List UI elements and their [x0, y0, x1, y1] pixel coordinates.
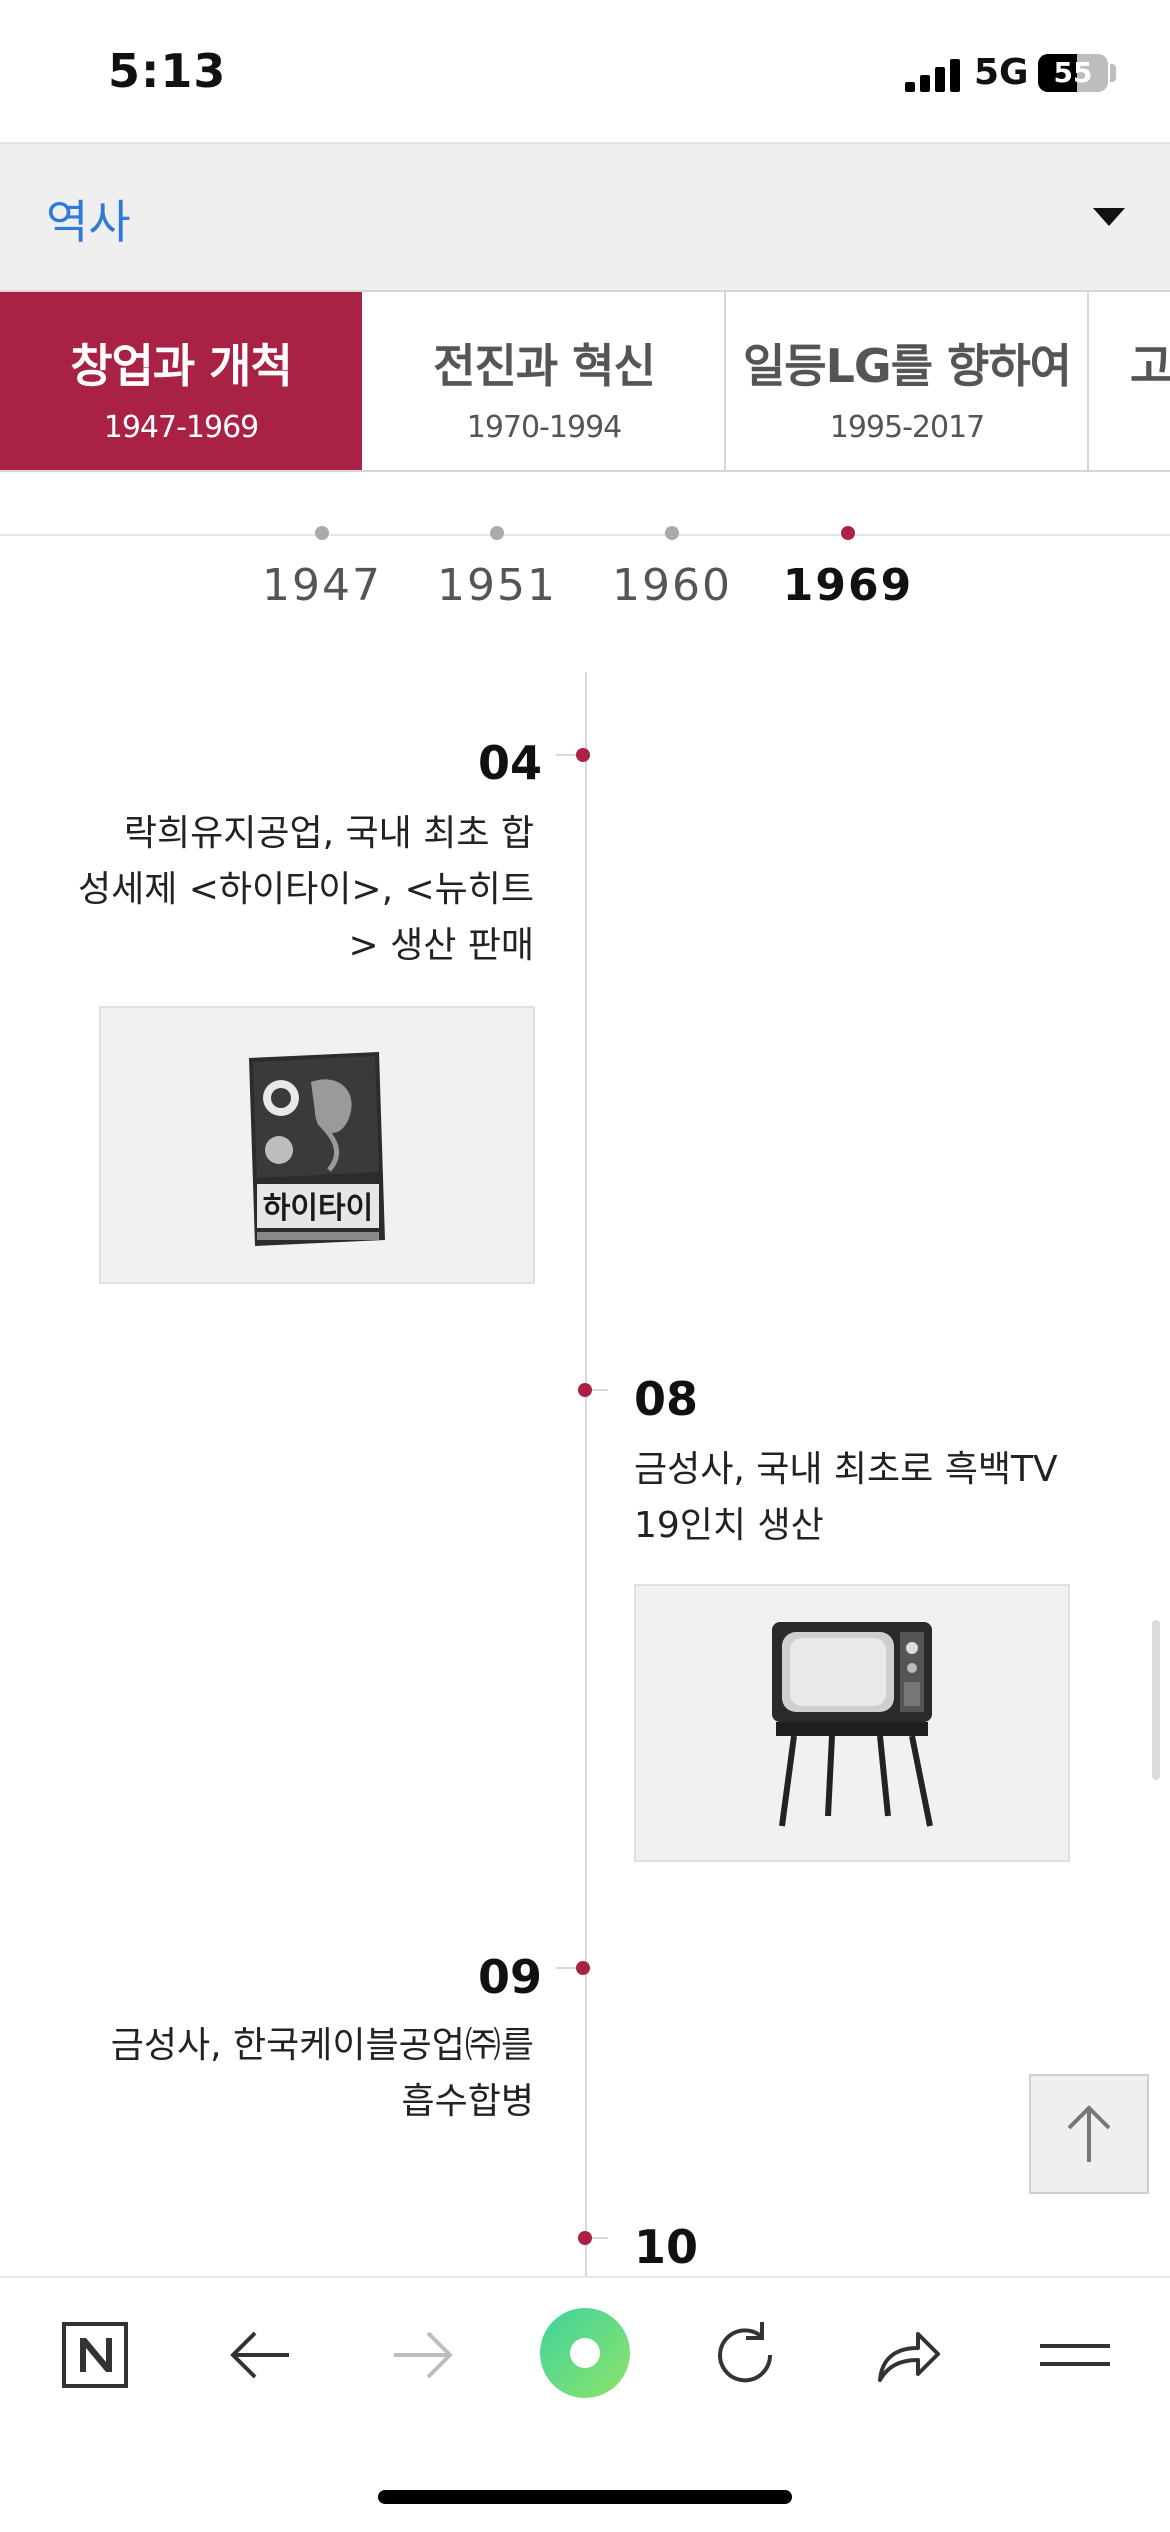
event-month: 10 — [634, 2220, 699, 2274]
tab-era-2[interactable]: 전진과 혁신 1970-1994 — [364, 292, 726, 470]
year-dot — [665, 526, 679, 540]
network-label: 5G — [974, 52, 1029, 93]
green-home-button[interactable] — [538, 2306, 632, 2400]
year-1951[interactable]: 1951 — [427, 526, 567, 611]
year-label: 1960 — [612, 560, 732, 611]
year-dot — [841, 526, 855, 540]
timeline-dot — [578, 1383, 592, 1397]
scroll-indicator[interactable] — [1152, 1620, 1160, 1780]
section-dropdown[interactable]: 역사 — [0, 142, 1170, 292]
refresh-button[interactable] — [700, 2310, 790, 2400]
black-white-tv-image — [772, 1622, 933, 1827]
green-circle-home-icon — [540, 2308, 630, 2398]
year-label: 1951 — [437, 560, 557, 611]
year-1947[interactable]: 1947 — [252, 526, 392, 611]
back-arrow-icon — [230, 2331, 289, 2379]
year-dot — [490, 526, 504, 540]
detergent-brand-text: 하이타이 — [263, 1191, 373, 1226]
year-track — [0, 534, 1170, 536]
naver-home-button[interactable] — [50, 2310, 140, 2400]
tab-years: 1970-1994 — [466, 410, 623, 445]
tab-era-3[interactable]: 일등LG를 향하여 1995-2017 — [727, 292, 1089, 470]
menu-icon — [1040, 2344, 1110, 2366]
event-line: 성세제 <하이타이>, <뉴히트 — [77, 869, 534, 910]
event-line: > 생산 판매 — [348, 925, 534, 966]
event-description: 락희유지공업, 국내 최초 합 성세제 <하이타이>, <뉴히트 > 생산 판매 — [74, 806, 534, 974]
section-title: 역사 — [46, 195, 131, 249]
tab-label: 고 — [1130, 339, 1170, 393]
tab-label: 전진과 혁신 — [433, 339, 656, 393]
event-month: 04 — [478, 736, 543, 790]
event-month: 09 — [478, 1950, 543, 2004]
share-button[interactable] — [862, 2310, 952, 2400]
battery-level: 55 — [1053, 56, 1093, 89]
home-indicator — [378, 2490, 792, 2504]
tab-label: 창업과 개척 — [70, 339, 293, 393]
year-label: 1947 — [262, 560, 382, 611]
event-line: 금성사, 국내 최초로 흑백TV — [634, 1449, 1058, 1490]
forward-arrow-icon — [394, 2331, 453, 2379]
era-tabs: 창업과 개척 1947-1969 전진과 혁신 1970-1994 일등LG를 … — [0, 292, 1170, 472]
tab-label: 일등LG를 향하여 — [742, 339, 1072, 393]
event-line: 19인치 생산 — [634, 1505, 824, 1546]
signal-icon — [905, 58, 961, 92]
arrow-up-icon — [1067, 2105, 1111, 2162]
event-image-tv[interactable] — [634, 1584, 1070, 1862]
timeline-tick — [556, 754, 578, 756]
event-image-detergent[interactable]: 하이타이 — [99, 1006, 535, 1284]
share-icon — [878, 2332, 940, 2382]
event-month: 08 — [634, 1372, 699, 1426]
tab-years: 1995-2017 — [829, 410, 986, 445]
timeline-tick — [556, 1967, 578, 1969]
tab-era-4[interactable]: 고 — [1090, 292, 1170, 470]
tab-years: 1947-1969 — [103, 410, 260, 445]
detergent-box-image: 하이타이 — [249, 1052, 385, 1246]
status-bar: 5:13 5G 55 — [0, 0, 1170, 142]
back-to-top-button[interactable] — [1029, 2074, 1149, 2194]
event-description: 금성사, 한국케이블공업㈜를 흡수합병 — [74, 2018, 534, 2130]
timeline-dot — [576, 748, 590, 762]
naver-n-icon — [62, 2322, 128, 2388]
event-line: 흡수합병 — [401, 2081, 534, 2122]
timeline-dot — [578, 2231, 592, 2245]
refresh-icon — [718, 2322, 773, 2383]
event-line: 금성사, 한국케이블공업㈜를 — [110, 2025, 534, 2066]
year-dot — [315, 526, 329, 540]
timeline-line — [585, 672, 587, 2282]
back-button[interactable] — [215, 2310, 305, 2400]
battery-cap — [1110, 64, 1116, 82]
battery-icon: 55 — [1038, 54, 1108, 92]
event-description: 금성사, 국내 최초로 흑백TV 19인치 생산 — [634, 1442, 1094, 1554]
forward-button[interactable] — [378, 2310, 468, 2400]
event-line: 락희유지공업, 국내 최초 합 — [123, 813, 534, 854]
timeline-dot — [576, 1961, 590, 1975]
menu-button[interactable] — [1030, 2310, 1120, 2400]
year-1960[interactable]: 1960 — [602, 526, 742, 611]
year-label: 1969 — [782, 560, 914, 611]
status-time: 5:13 — [108, 44, 227, 98]
year-1969[interactable]: 1969 — [778, 526, 918, 611]
tab-era-1[interactable]: 창업과 개척 1947-1969 — [0, 292, 362, 470]
caret-down-icon[interactable] — [1093, 208, 1125, 226]
